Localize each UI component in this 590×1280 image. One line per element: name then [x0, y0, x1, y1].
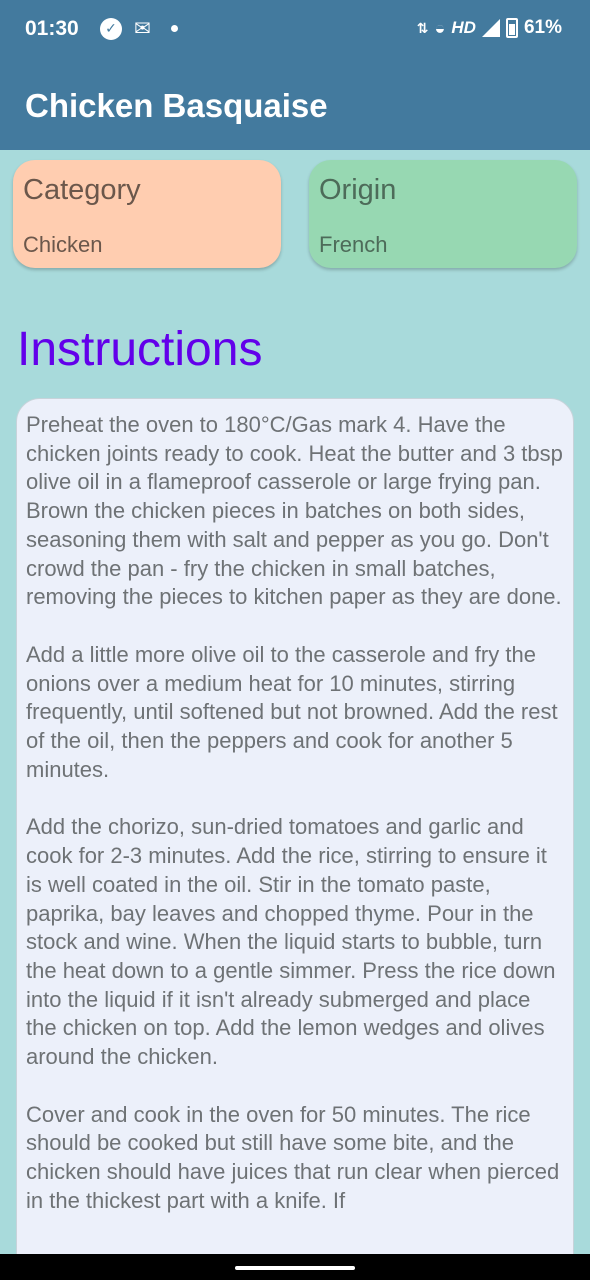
data-arrows-icon: ⇅	[416, 19, 429, 36]
status-bar: 01:30 ✓ ✉ ⇅ ◒ HD 61%	[0, 0, 590, 60]
instruction-paragraph: Preheat the oven to 180°C/Gas mark 4. Ha…	[26, 412, 563, 610]
home-gesture-handle[interactable]	[235, 1266, 355, 1270]
origin-label: Origin	[319, 174, 397, 206]
battery-percent: 61%	[523, 17, 562, 38]
category-card: Category Chicken	[13, 160, 281, 268]
battery-icon	[505, 18, 518, 38]
wifi-icon: ◒	[434, 17, 446, 38]
navigation-bar	[0, 1254, 590, 1280]
status-right-icons: ⇅ ◒ HD 61%	[417, 17, 562, 39]
gmail-icon: ✉	[134, 18, 151, 40]
network-type: HD	[451, 18, 476, 37]
status-time: 01:30	[25, 17, 79, 40]
dot-icon	[170, 25, 178, 32]
instruction-paragraph: Cover and cook in the oven for 50 minute…	[26, 1101, 560, 1213]
page-title: Chicken Basquaise	[25, 87, 328, 124]
origin-card: Origin French	[309, 160, 577, 268]
app-bar: Chicken Basquaise	[0, 60, 590, 150]
category-label: Category	[23, 174, 141, 206]
instruction-paragraph: Add the chorizo, sun-dried tomatoes and …	[26, 814, 556, 1070]
origin-value: French	[319, 232, 388, 257]
instructions-heading: Instructions	[17, 323, 263, 376]
category-value: Chicken	[23, 232, 103, 257]
signal-icon	[481, 19, 500, 37]
notification-icon: ✓	[100, 17, 122, 40]
instructions-text-box[interactable]: Preheat the oven to 180°C/Gas mark 4. Ha…	[16, 398, 574, 1278]
status-left-icons: ✓ ✉	[100, 16, 178, 41]
instruction-paragraph: Add a little more olive oil to the casse…	[26, 641, 558, 782]
